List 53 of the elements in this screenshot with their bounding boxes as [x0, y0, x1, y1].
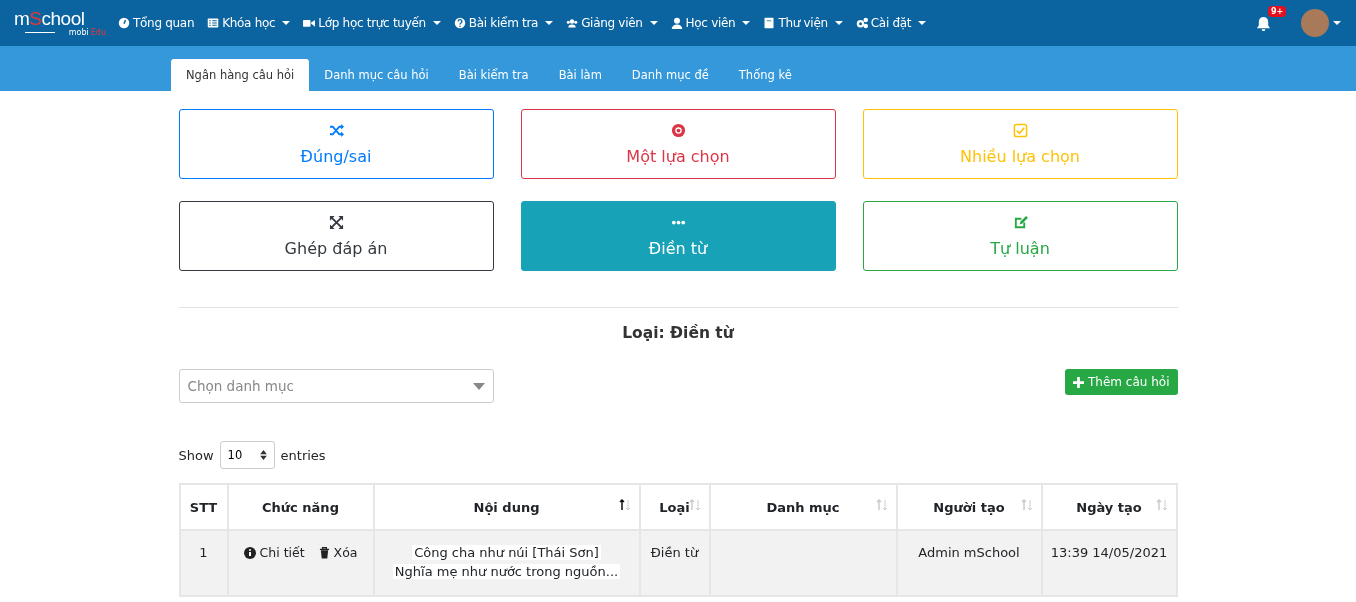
tab[interactable]: Danh mục đề	[616, 59, 724, 91]
checkbox-icon	[1012, 122, 1028, 138]
question-type-button[interactable]: Tự luận	[862, 201, 1178, 271]
question-type-button[interactable]: Một lựa chọn	[520, 109, 836, 179]
question-type-button[interactable]: Đúng/sai	[178, 109, 494, 179]
detail-link[interactable]: Chi tiết	[243, 545, 305, 560]
question-text: Công cha như núi [Thái Sơn]	[412, 545, 601, 560]
plus-icon	[1073, 376, 1084, 388]
video-camera-icon	[303, 17, 316, 29]
show-label: Show	[178, 447, 214, 463]
question-type-button[interactable]: Ghép đáp án	[178, 201, 494, 271]
settings-icon	[855, 17, 868, 29]
up-down-caret-icon	[259, 450, 267, 460]
shuffle-icon	[328, 122, 344, 138]
column-header[interactable]: Danh mục	[709, 484, 897, 530]
column-header[interactable]: Nội dung	[373, 484, 640, 530]
users-icon	[566, 17, 579, 29]
nav-menu-item[interactable]: Thư viện	[763, 16, 843, 30]
user-icon	[670, 17, 683, 29]
question-circle-icon	[453, 17, 466, 29]
list-icon	[207, 17, 220, 29]
category-select[interactable]: Chọn danh mục	[178, 369, 494, 403]
notification-badge: 9+	[1268, 5, 1287, 17]
edit-icon	[1012, 214, 1028, 230]
radio-icon	[670, 122, 686, 138]
logo[interactable]: mSchool mobi Edu	[14, 9, 106, 37]
nav-menu-item[interactable]: Giảng viên	[566, 16, 658, 30]
nav-menu-item[interactable]: Khóa học	[207, 16, 291, 30]
nav-menu-item[interactable]: Tổng quan	[118, 16, 195, 30]
trash-icon	[318, 546, 330, 559]
tab[interactable]: Danh mục câu hỏi	[309, 59, 444, 91]
delete-link[interactable]: Xóa	[318, 545, 358, 560]
info-icon	[243, 546, 256, 559]
table-cell: Điền từ	[639, 530, 710, 596]
table-cell: 13:39 14/05/2021	[1041, 530, 1177, 596]
tab[interactable]: Bài kiểm tra	[443, 59, 544, 91]
table-cell: Admin mSchool	[896, 530, 1042, 596]
tab[interactable]: Bài làm	[543, 59, 617, 91]
nav-menu-item[interactable]: Học viên	[670, 16, 751, 30]
section-heading: Loại: Điền từ	[621, 324, 735, 342]
table-cell: 1	[179, 530, 228, 596]
gauge-icon	[118, 17, 130, 29]
nav-menu-item[interactable]: Lớp học trực tuyến	[303, 16, 441, 30]
nav-menu-item[interactable]: Cài đặt	[855, 16, 927, 30]
question-text: Nghĩa mẹ như nước trong nguồn...	[392, 564, 621, 579]
column-header[interactable]: STT	[179, 484, 228, 530]
entries-select[interactable]: 10	[219, 441, 275, 469]
entries-label: entries	[280, 447, 326, 463]
expand-arrows-icon	[328, 214, 344, 230]
book-icon	[763, 17, 776, 29]
tab[interactable]: Ngân hàng câu hỏi	[171, 59, 310, 91]
nav-menu-item[interactable]: Bài kiểm tra	[453, 16, 554, 30]
tab[interactable]: Thống kê	[723, 59, 807, 91]
